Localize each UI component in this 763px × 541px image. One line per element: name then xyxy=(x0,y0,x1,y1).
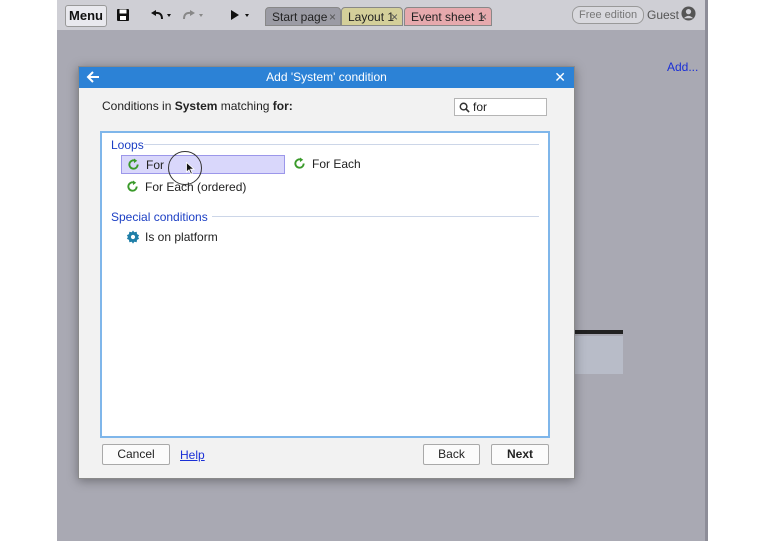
list-item-is-on-platform[interactable]: Is on platform xyxy=(121,228,285,247)
next-button[interactable]: Next xyxy=(491,444,549,465)
tab-label: Layout 1 xyxy=(348,10,395,24)
conditions-header: Conditions in System matching for: xyxy=(102,99,293,113)
tab-label: Start page xyxy=(272,10,328,24)
loop-icon xyxy=(126,180,139,198)
dialog-title: Add 'System' condition xyxy=(266,70,387,84)
loop-icon xyxy=(293,157,306,175)
tab-close-icon[interactable]: × xyxy=(391,8,398,27)
list-item-for-each[interactable]: For Each xyxy=(288,155,448,174)
dialog-title-bar: Add 'System' condition ✕ xyxy=(79,67,574,88)
header-prefix: Conditions in xyxy=(102,99,175,113)
loop-icon xyxy=(127,158,140,176)
menu-button[interactable]: Menu xyxy=(65,5,107,27)
search-icon xyxy=(459,102,470,116)
add-link[interactable]: Add... xyxy=(667,60,698,74)
cancel-button[interactable]: Cancel xyxy=(102,444,170,465)
play-icon[interactable] xyxy=(227,6,253,24)
group-divider xyxy=(212,216,539,217)
add-condition-dialog: Add 'System' condition ✕ Conditions in S… xyxy=(78,66,575,479)
header-middle: matching xyxy=(217,99,273,113)
search-field[interactable] xyxy=(454,98,547,116)
header-term: for: xyxy=(272,99,293,113)
help-link[interactable]: Help xyxy=(180,448,205,462)
tab-start-page[interactable]: Start page × xyxy=(265,7,341,26)
tab-close-icon[interactable]: × xyxy=(329,8,336,27)
edition-badge[interactable]: Free edition xyxy=(572,6,645,24)
list-item-label: For xyxy=(146,158,164,172)
list-item-for-each-ordered[interactable]: For Each (ordered) xyxy=(121,178,285,197)
close-icon[interactable]: ✕ xyxy=(554,68,566,87)
conditions-list[interactable]: Loops For For Each For Each (ordered) Sp… xyxy=(100,131,550,438)
main-toolbar: Menu Start page × Layout 1 × Event sheet… xyxy=(57,0,705,30)
gear-icon xyxy=(126,230,140,249)
group-label-loops: Loops xyxy=(111,138,144,152)
redo-icon[interactable] xyxy=(179,6,205,24)
list-item-label: Is on platform xyxy=(145,230,218,244)
window-edge xyxy=(705,0,708,541)
background-object xyxy=(575,336,623,374)
group-label-special-conditions: Special conditions xyxy=(111,210,208,224)
list-item-label: For Each (ordered) xyxy=(145,180,247,194)
search-input[interactable] xyxy=(473,100,543,114)
background-object xyxy=(575,330,623,334)
user-label[interactable]: Guest xyxy=(647,7,679,23)
list-item-label: For Each xyxy=(312,157,361,171)
header-object: System xyxy=(174,99,218,113)
back-button[interactable]: Back xyxy=(423,444,480,465)
group-divider xyxy=(144,144,539,145)
tab-event-sheet-1[interactable]: Event sheet 1 × xyxy=(404,7,492,26)
tab-layout-1[interactable]: Layout 1 × xyxy=(341,7,403,26)
tab-label: Event sheet 1 xyxy=(411,10,485,24)
list-item-for[interactable]: For xyxy=(121,155,285,174)
tab-close-icon[interactable]: × xyxy=(480,8,487,27)
user-circle-icon[interactable] xyxy=(681,6,696,24)
undo-icon[interactable] xyxy=(147,6,173,24)
floppy-disk-icon[interactable] xyxy=(115,6,131,24)
